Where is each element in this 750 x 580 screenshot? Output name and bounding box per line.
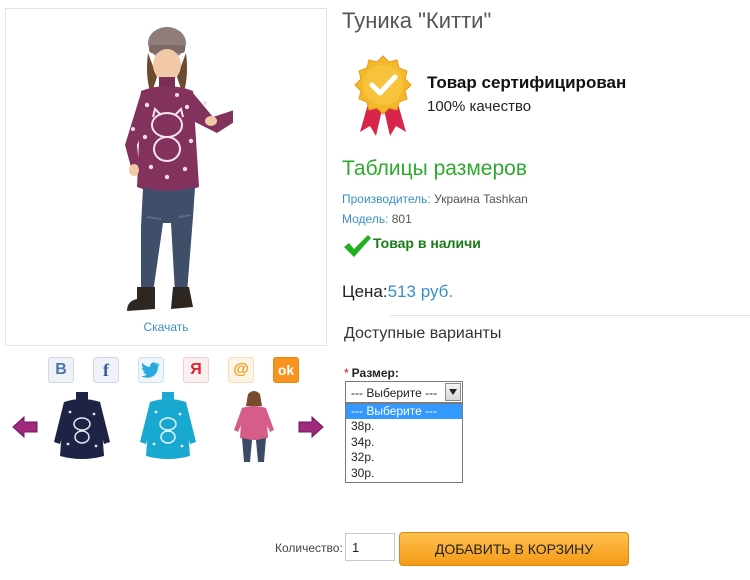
mailru-share-button[interactable]: @ [228,357,254,383]
quantity-input[interactable] [345,533,395,561]
manufacturer-row: Производитель: Украина Tashkan [342,192,528,206]
available-options-heading: Доступные варианты [344,325,502,342]
size-option[interactable]: 32р. [346,450,462,465]
size-label-text: Размер: [351,366,399,380]
size-option[interactable]: --- Выберите --- [346,404,462,420]
stock-status-text: Товар в наличи [373,235,481,251]
size-label: * Размер: [344,366,399,380]
thumbnail-navy-sweater[interactable] [52,390,112,464]
vkontakte-share-button[interactable]: В [48,357,74,383]
share-buttons: В f Я @ ok [48,357,308,383]
quantity-label: Количество: [275,541,343,555]
size-option[interactable]: 30р. [346,466,462,481]
manufacturer-value: Украина Tashkan [434,192,528,206]
price: Цена:513 руб. [342,282,453,302]
model-label: Модель: [342,212,389,226]
size-select[interactable]: --- Выберите --- [345,381,463,403]
product-title: Туника "Китти" [342,8,492,33]
certified-badge-icon [354,55,412,136]
certificate-subtitle: 100% качество [427,98,532,115]
arrow-left-icon[interactable] [12,415,38,439]
facebook-share-button[interactable]: f [93,357,119,383]
add-to-cart-button[interactable]: ДОБАВИТЬ В КОРЗИНУ [399,532,629,566]
model-value: 801 [391,212,412,226]
manufacturer-label[interactable]: Производитель: [342,192,431,206]
twitter-share-button[interactable] [138,357,164,383]
required-mark: * [344,366,349,380]
download-link[interactable]: Скачать [6,320,326,334]
size-option[interactable]: 34р. [346,435,462,450]
moimir-share-button[interactable]: Я [183,357,209,383]
thumbnail-pink-sweater[interactable] [224,390,284,464]
certificate-title: Товар сертифицирован [427,73,627,92]
size-select-value: --- Выберите --- [351,386,438,400]
size-dropdown-list: --- Выберите --- 38р. 34р. 32р. 30р. [345,403,463,483]
girl-in-sweater-photo [125,27,233,311]
twitter-bird-icon [141,362,160,378]
price-value: 513 руб. [387,282,454,301]
chevron-down-icon[interactable] [445,383,461,401]
green-check-icon [344,235,371,257]
divider [390,315,750,316]
arrow-right-icon[interactable] [298,415,324,439]
model-row: Модель: 801 [342,212,412,226]
thumbnail-turquoise-sweater[interactable] [138,390,198,464]
size-table-link[interactable]: Таблицы размеров [342,157,527,181]
size-option[interactable]: 38р. [346,419,462,434]
odnoklassniki-share-button[interactable]: ok [273,357,299,383]
main-product-image[interactable]: Скачать [5,8,327,346]
price-label: Цена: [342,282,388,301]
